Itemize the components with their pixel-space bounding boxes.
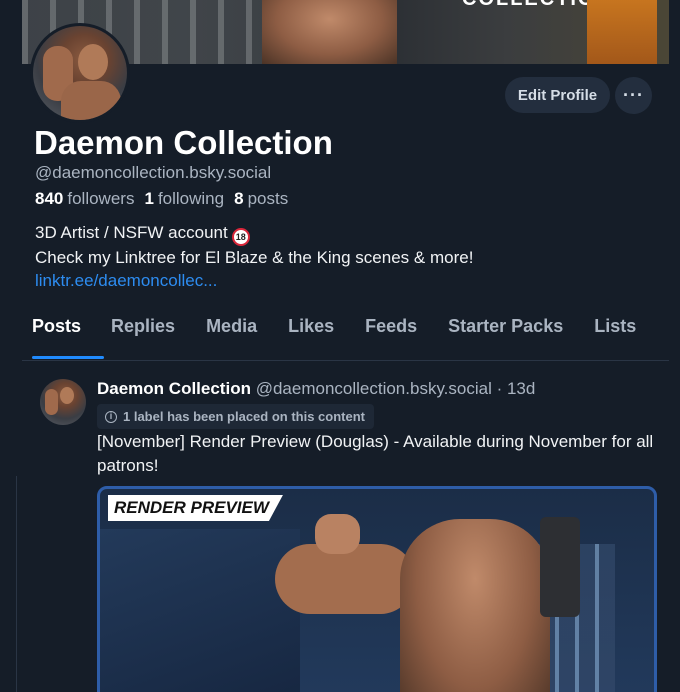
banner-orange-figure bbox=[587, 0, 657, 64]
tab-starter-packs[interactable]: Starter Packs bbox=[448, 316, 563, 360]
content-label-notice[interactable]: i 1 label has been placed on this conten… bbox=[97, 404, 374, 429]
avatar-face bbox=[78, 44, 108, 80]
post-image[interactable]: RENDER PREVIEW bbox=[97, 486, 657, 692]
tab-posts[interactable]: Posts bbox=[32, 316, 81, 360]
following-count: 1 bbox=[144, 189, 154, 208]
post-author-handle[interactable]: @daemoncollection.bsky.social · 13d bbox=[256, 379, 536, 398]
posts-label: posts bbox=[247, 189, 289, 208]
image-wall bbox=[100, 529, 300, 692]
post-author-name[interactable]: Daemon Collection bbox=[97, 379, 251, 398]
edit-profile-button[interactable]: Edit Profile bbox=[505, 77, 610, 113]
image-gun bbox=[540, 517, 580, 617]
followers-stat[interactable]: 840 followers bbox=[35, 189, 134, 209]
tab-likes[interactable]: Likes bbox=[288, 316, 334, 360]
following-label: following bbox=[157, 189, 225, 208]
profile-tabs: Posts Replies Media Likes Feeds Starter … bbox=[22, 316, 669, 361]
label-notice-text: 1 label has been placed on this content bbox=[123, 409, 365, 424]
image-figure bbox=[400, 519, 550, 692]
post-header: Daemon Collection @daemoncollection.bsky… bbox=[97, 379, 535, 399]
image-bicep bbox=[275, 544, 415, 614]
post-author-avatar[interactable] bbox=[40, 379, 86, 425]
image-fist bbox=[315, 514, 360, 554]
posts-count: 8 bbox=[234, 189, 244, 208]
avatar-chest bbox=[61, 81, 121, 120]
nsfw-18-icon: 18 bbox=[231, 228, 250, 246]
tab-active-indicator bbox=[32, 356, 104, 359]
bio-line-1: 3D Artist / NSFW account bbox=[35, 223, 228, 242]
info-icon: i bbox=[105, 410, 117, 423]
bio-link[interactable]: linktr.ee/daemoncollec... bbox=[35, 271, 217, 290]
banner-figure bbox=[262, 0, 397, 64]
posts-stat: 8 posts bbox=[234, 189, 288, 209]
tab-lists[interactable]: Lists bbox=[594, 316, 636, 360]
avatar-arm bbox=[45, 389, 58, 415]
post-text: [November] Render Preview (Douglas) - Av… bbox=[97, 432, 654, 475]
following-stat[interactable]: 1 following bbox=[144, 189, 224, 209]
thread-line bbox=[16, 476, 17, 692]
bio-line-2: Check my Linktree for El Blaze & the Kin… bbox=[35, 248, 474, 267]
followers-label: followers bbox=[67, 189, 135, 208]
tab-replies[interactable]: Replies bbox=[111, 316, 175, 360]
followers-count: 840 bbox=[35, 189, 64, 208]
render-preview-label: RENDER PREVIEW bbox=[108, 495, 283, 521]
more-icon[interactable]: ··· bbox=[615, 77, 652, 114]
profile-avatar[interactable] bbox=[30, 23, 130, 123]
profile-handle: @daemoncollection.bsky.social bbox=[35, 163, 272, 182]
profile-bio: 3D Artist / NSFW account 18 Check my Link… bbox=[35, 221, 473, 292]
avatar-face bbox=[60, 387, 74, 404]
tab-media[interactable]: Media bbox=[206, 316, 257, 360]
profile-name: Daemon Collection bbox=[34, 124, 333, 161]
tab-feeds[interactable]: Feeds bbox=[365, 316, 417, 360]
profile-stats: 840 followers 1 following 8 posts bbox=[35, 189, 288, 209]
